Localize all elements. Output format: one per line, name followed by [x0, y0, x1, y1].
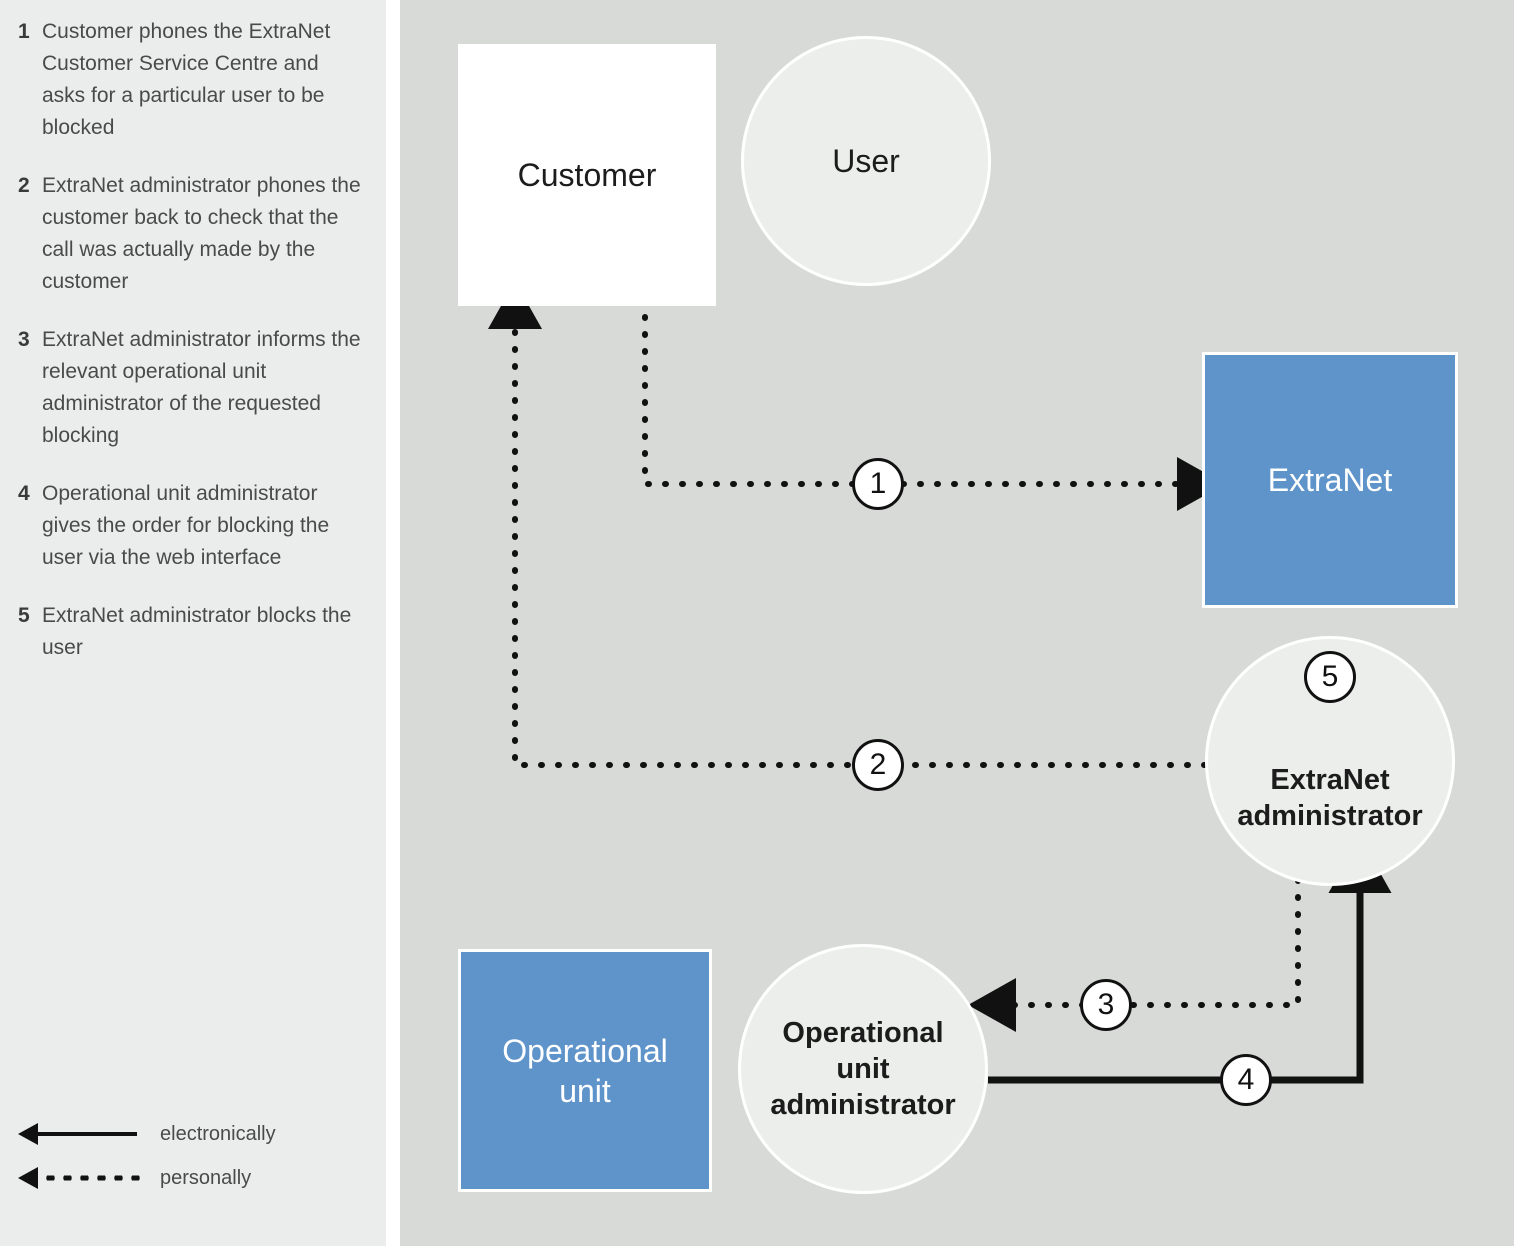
step-description: Operational unit administrator gives the… — [42, 482, 330, 569]
dotted-arrow-icon — [18, 1167, 142, 1189]
step-item: 5 ExtraNet administrator blocks the user — [18, 600, 366, 664]
legend-row-electronically: electronically — [18, 1112, 368, 1156]
diagram-page: 1 Customer phones the ExtraNet Customer … — [0, 0, 1514, 1246]
node-label-line-3: administrator — [770, 1089, 956, 1121]
step-number: 5 — [18, 604, 30, 627]
node-customer[interactable]: Customer — [458, 44, 716, 306]
step-item: 4 Operational unit administrator gives t… — [18, 478, 366, 574]
node-label-line-2: administrator — [1237, 800, 1423, 832]
step-item: 1 Customer phones the ExtraNet Customer … — [18, 16, 366, 144]
node-label-line-1: Operational — [782, 1017, 944, 1049]
node-user[interactable]: User — [741, 36, 991, 286]
step-badge-label: 3 — [1097, 988, 1115, 1021]
legend-label: personally — [160, 1166, 252, 1189]
step-number: 1 — [18, 20, 30, 43]
step-badge-label: 1 — [869, 467, 887, 500]
step-badge-2: 2 — [852, 739, 904, 791]
step-description: ExtraNet administrator blocks the user — [42, 604, 352, 659]
step-badge-label: 4 — [1237, 1063, 1255, 1096]
step-number: 3 — [18, 328, 30, 351]
node-label: User — [832, 143, 900, 179]
step-badge-4: 4 — [1220, 1054, 1272, 1106]
node-label: ExtraNet — [1267, 462, 1393, 498]
step-item: 2 ExtraNet administrator phones the cust… — [18, 170, 366, 298]
panel-divider — [386, 0, 400, 1246]
connector-3-admin-to-ou-admin — [968, 877, 1301, 1032]
node-label-line-2: unit — [836, 1053, 890, 1085]
steps-sidebar: 1 Customer phones the ExtraNet Customer … — [0, 0, 386, 1246]
step-item: 3 ExtraNet administrator informs the rel… — [18, 324, 366, 452]
step-description: ExtraNet administrator informs the relev… — [42, 328, 361, 447]
node-operational-unit[interactable]: Operational unit — [458, 949, 712, 1192]
node-label-line-1: ExtraNet — [1270, 764, 1390, 796]
step-description: ExtraNet administrator phones the custom… — [42, 174, 361, 293]
step-badge-label: 5 — [1321, 660, 1339, 693]
node-label: Customer — [517, 157, 657, 193]
step-badge-5: 5 — [1304, 651, 1356, 703]
node-label-line-1: Operational — [502, 1032, 668, 1069]
step-badge-1: 1 — [852, 458, 904, 510]
process-diagram: Customer User ExtraNet ExtraNet administ… — [400, 0, 1514, 1246]
step-number: 4 — [18, 482, 30, 505]
step-badge-3: 3 — [1080, 979, 1132, 1031]
connector-2-admin-to-customer — [488, 281, 1208, 768]
step-badge-label: 2 — [869, 748, 887, 781]
node-operational-unit-administrator[interactable]: Operational unit administrator — [738, 944, 988, 1194]
connector-1-customer-to-extranet — [642, 297, 1225, 511]
step-description: Customer phones the ExtraNet Customer Se… — [42, 20, 331, 139]
node-label-line-2: unit — [559, 1072, 611, 1109]
node-extranet[interactable]: ExtraNet — [1202, 352, 1458, 608]
step-number: 2 — [18, 174, 30, 197]
legend: electronically personally — [18, 1112, 368, 1200]
connector-4-ou-admin-to-admin — [988, 837, 1392, 1084]
legend-row-personally: personally — [18, 1156, 368, 1200]
solid-arrow-icon — [18, 1123, 142, 1145]
legend-label: electronically — [160, 1122, 276, 1145]
